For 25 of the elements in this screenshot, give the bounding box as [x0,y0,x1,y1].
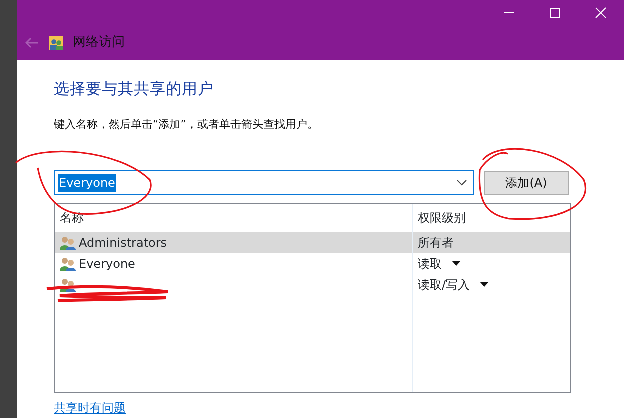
permission-level: 读取 [418,256,442,273]
user-row[interactable]: Administrators 所有者 [55,232,570,254]
user-row[interactable]: Everyone 读取 [55,253,570,274]
users-icon [60,256,76,271]
dropdown-arrow-icon[interactable] [452,261,461,266]
combobox-text: Everyone [58,174,116,192]
instruction-text: 键入名称，然后单击“添加”，或者单击箭头查找用户。 [54,116,320,133]
users-icon [60,236,76,250]
user-name: Everyone [79,256,136,273]
users-icon [60,278,76,292]
user-name: Administrators [79,234,168,252]
maximize-icon [549,7,561,19]
help-link[interactable]: 共享时有问题 [54,399,126,418]
dropdown-arrow-icon[interactable] [480,282,490,288]
users-icon [49,36,63,50]
user-name-combobox[interactable]: Everyone [54,170,474,196]
add-button[interactable]: 添加(A) [484,170,569,195]
user-row[interactable]: 读取/写入 [55,274,570,296]
close-icon [595,7,607,19]
permission-level: 读取/写入 [418,276,470,294]
window-title: 网络访问 [73,34,125,52]
page-heading: 选择要与其共享的用户 [54,80,215,99]
permission-level: 所有者 [418,234,454,252]
chevron-down-icon [457,180,467,186]
column-header[interactable]: 权限级别 [418,209,466,228]
